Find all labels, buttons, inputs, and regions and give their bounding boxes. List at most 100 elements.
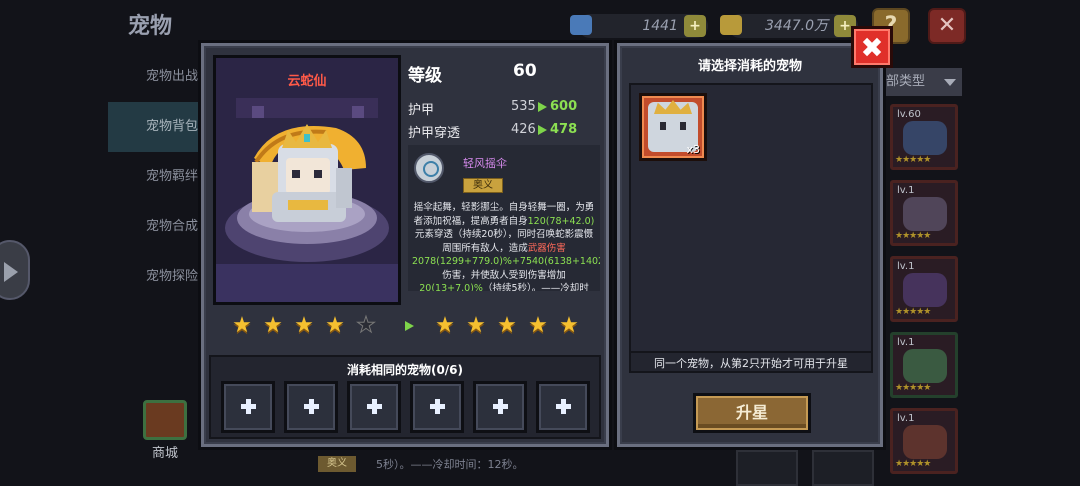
pet-card[interactable]: lv.1 ★★★★★	[890, 256, 958, 322]
plus-icon	[430, 399, 445, 414]
pet-card-image	[903, 273, 947, 307]
gem-icon	[570, 15, 592, 35]
background-card-edge	[812, 450, 874, 486]
consume-slot[interactable]	[536, 381, 590, 433]
pet-card[interactable]: lv.1 ★★★★★	[890, 332, 958, 398]
pet-card[interactable]: lv.1 ★★★★★	[890, 180, 958, 246]
umbrella-skill-icon	[414, 153, 444, 183]
plus-icon	[367, 399, 382, 414]
pet-card-level: lv.1	[897, 337, 915, 348]
skill-name: 轻风摇伞	[463, 157, 507, 170]
gold-coin-icon	[720, 15, 742, 35]
consume-title: 消耗相同的宠物(0/6)	[346, 363, 464, 377]
empty-star-icon: ★	[356, 313, 377, 338]
star-icon: ★	[528, 313, 548, 338]
stat-armor-penetration: 护甲穿透 426 478	[408, 122, 598, 142]
nav-item-bag[interactable]: 宠物背包	[108, 102, 208, 152]
gems-value: 1441	[642, 18, 678, 34]
nav-item-deploy[interactable]: 宠物出战	[108, 52, 208, 102]
arrow-right-icon	[538, 125, 547, 135]
consume-slot[interactable]	[473, 381, 527, 433]
stat-old-value: 426	[511, 122, 536, 137]
add-gems-button[interactable]: +	[684, 15, 706, 37]
gold-counter: 3447.0万 +	[720, 14, 858, 38]
pet-portrait: 云蛇仙	[213, 55, 401, 305]
pet-card-stars: ★★★★★	[895, 231, 931, 241]
skill-description: 摇伞起舞，轻影挪尘。自身轻舞一圈，为勇者添加祝福，提高勇者自身120(78+42…	[412, 202, 600, 291]
skill-type-badge: 奥义	[463, 178, 503, 193]
pet-card-level: lv.1	[897, 413, 915, 424]
star-icon: ★	[325, 313, 345, 338]
star-icon: ★	[263, 313, 283, 338]
background-close-button[interactable]: ✕	[928, 8, 966, 44]
shop-label: 商城	[151, 446, 178, 461]
pet-eyes	[660, 122, 686, 130]
close-icon: ✕	[937, 13, 957, 38]
nav-item-bond[interactable]: 宠物羁绊	[108, 152, 208, 202]
star-icon: ★	[232, 313, 252, 338]
gold-value: 3447.0万	[765, 18, 828, 34]
screen-title: 宠物	[128, 14, 173, 39]
stat-name: 护甲	[408, 103, 435, 118]
skill-info-box: 轻风摇伞 奥义 摇伞起舞，轻影挪尘。自身轻舞一圈，为勇者添加祝福，提高勇者自身1…	[408, 145, 600, 291]
plus-icon	[493, 399, 508, 414]
close-button[interactable]	[851, 26, 893, 68]
nav-item-merge[interactable]: 宠物合成	[108, 202, 208, 252]
star-icon: ★	[435, 313, 455, 338]
stat-name: 护甲穿透	[408, 126, 461, 141]
select-hint: 同一个宠物，从第2只开始才可用于升星	[654, 357, 848, 370]
level-label: 等级	[408, 66, 442, 86]
nav-item-explore[interactable]: 宠物探险	[108, 252, 208, 302]
level-value: 60	[513, 61, 537, 81]
pet-card[interactable]: lv.1 ★★★★★	[890, 408, 958, 474]
upgrade-star-button[interactable]: 升星	[693, 393, 811, 433]
side-arrow-button[interactable]	[0, 240, 30, 300]
plus-icon	[241, 399, 256, 414]
pet-card-image	[903, 197, 947, 231]
shop-button[interactable]: 商城	[130, 400, 200, 461]
star-icon: ★	[294, 313, 314, 338]
star-icon: ★	[497, 313, 517, 338]
plus-icon	[304, 399, 319, 414]
pet-card-image	[903, 425, 947, 459]
background-skill-text: 5秒）。——冷却时间：12秒。	[376, 458, 524, 471]
pet-card-level: lv.1	[897, 185, 915, 196]
pet-detail-panel: 云蛇仙 等级 60 护甲 535 600 护甲穿透 426 478 轻风摇伞 奥…	[198, 40, 612, 450]
pet-card-image	[903, 121, 947, 155]
pet-card-stars: ★★★★★	[895, 383, 931, 393]
plus-icon	[556, 399, 571, 414]
consume-slot[interactable]	[284, 381, 338, 433]
pet-name: 云蛇仙	[287, 74, 327, 89]
arrow-right-icon	[538, 102, 547, 112]
pet-card-level: lv.60	[897, 109, 921, 120]
shop-icon	[143, 400, 187, 440]
select-hint-bar: 同一个宠物，从第2只开始才可用于升星	[629, 353, 873, 373]
pet-count: x3	[686, 143, 700, 156]
arrow-right-icon	[405, 321, 414, 331]
pet-sprite	[216, 58, 398, 302]
pet-card-level: lv.1	[897, 261, 915, 272]
background-skill-tag: 奥义	[318, 456, 356, 472]
consume-slot[interactable]	[221, 381, 275, 433]
stat-armor: 护甲 535 600	[408, 99, 598, 119]
background-card-edge	[736, 450, 798, 486]
star-icon: ★	[466, 313, 486, 338]
consume-slot[interactable]	[347, 381, 401, 433]
pet-card-image	[903, 349, 947, 383]
type-filter-dropdown[interactable]: 部类型	[880, 68, 962, 96]
pet-card-stars: ★★★★★	[895, 155, 931, 165]
gems-counter: 1441 +	[570, 14, 708, 38]
star-icon: ★	[559, 313, 579, 338]
stat-new-value: 478	[550, 122, 578, 137]
pet-nav: 宠物出战 宠物背包 宠物羁绊 宠物合成 宠物探险	[108, 52, 208, 302]
consume-slot[interactable]	[410, 381, 464, 433]
pet-card-stars: ★★★★★	[895, 307, 931, 317]
pet-card[interactable]: lv.60 ★★★★★	[890, 104, 958, 170]
consume-slots-box: 消耗相同的宠物(0/6)	[209, 355, 601, 439]
select-consume-panel: 请选择消耗的宠物 x3 同一个宠物，从第2只开始才可用于升星 升星	[614, 40, 886, 450]
select-title: 请选择消耗的宠物	[697, 59, 802, 74]
pet-card-stars: ★★★★★	[895, 459, 931, 469]
consumable-pet-item[interactable]: x3	[639, 93, 707, 161]
stat-new-value: 600	[550, 99, 578, 114]
stat-old-value: 535	[511, 99, 536, 114]
